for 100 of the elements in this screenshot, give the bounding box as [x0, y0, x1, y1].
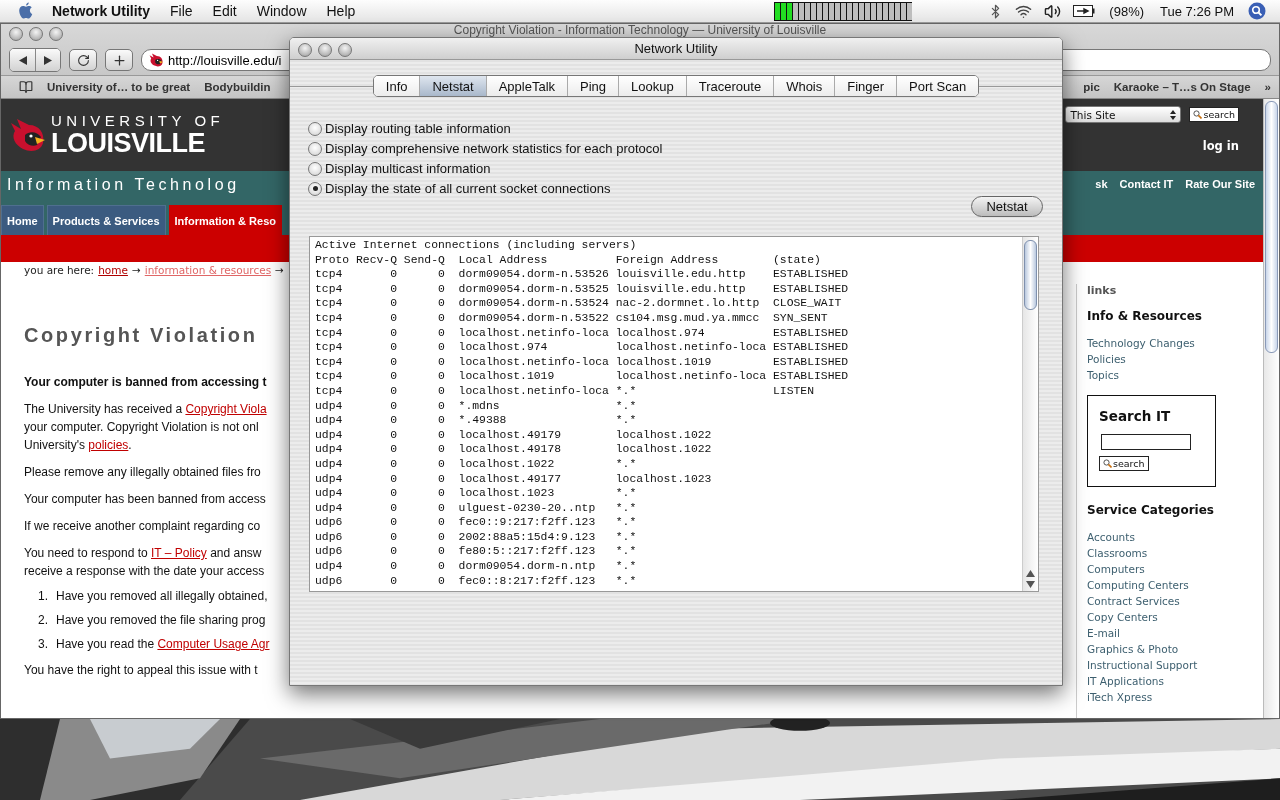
- output-line: udp4 0 0 *.mdns *.*: [315, 398, 638, 414]
- tab[interactable]: Finger: [834, 76, 897, 96]
- tab[interactable]: Whois: [773, 76, 835, 96]
- radio-button[interactable]: [308, 141, 322, 156]
- minimize-button[interactable]: [29, 27, 43, 41]
- page-heading: Copyright Violation: [24, 324, 259, 347]
- volume-icon[interactable]: [1044, 2, 1062, 20]
- more-bookmarks-button[interactable]: »: [1264, 81, 1271, 93]
- search-icon: [1193, 110, 1203, 119]
- radio-button[interactable]: [308, 121, 322, 136]
- radio-button[interactable]: [308, 181, 322, 196]
- app-menu[interactable]: Network Utility: [42, 3, 160, 19]
- option-label[interactable]: Display comprehensive network statistics for each protocol: [325, 141, 663, 156]
- output-line: tcp4 0 0 dorm09054.dorm-n.53524 nac-2.dormnet.lo.http CLOSE_WAIT: [315, 296, 843, 311]
- output-line: udp6 0 0 fec0::8:217:f2ff.123 *.*: [315, 573, 638, 589]
- scroll-thumb[interactable]: [1024, 240, 1037, 310]
- output-line: udp4 0 0 *.49388 *.*: [315, 413, 638, 428]
- sidebar-link[interactable]: IT Applications: [1087, 673, 1263, 689]
- link[interactable]: Computer Usage Agr: [157, 637, 270, 651]
- add-bookmark-button[interactable]: [105, 49, 133, 71]
- clock[interactable]: Tue 7:26 PM: [1152, 3, 1242, 19]
- paragraph-line: Your computer is banned from accessing t: [24, 374, 267, 391]
- menu-item[interactable]: Window: [246, 3, 317, 19]
- sidebar-heading: Service Categories: [1087, 503, 1215, 517]
- link[interactable]: Copyright Viola: [185, 402, 267, 416]
- battery-icon[interactable]: [1073, 5, 1096, 17]
- search-button[interactable]: search: [1099, 456, 1149, 471]
- top-link[interactable]: sk: [1095, 178, 1108, 235]
- scroll-thumb[interactable]: [1265, 101, 1278, 353]
- tab[interactable]: Netstat: [419, 76, 486, 96]
- reload-button[interactable]: [69, 49, 97, 71]
- book-icon[interactable]: [19, 80, 33, 94]
- reload-icon: [76, 53, 90, 67]
- option-label[interactable]: Display multicast information: [325, 161, 491, 176]
- tab[interactable]: Ping: [567, 76, 619, 96]
- scrollbar[interactable]: [1022, 237, 1038, 591]
- sidebar-link[interactable]: E-mail: [1087, 625, 1263, 641]
- window-title: Copyright Violation - Information Technology — University of Louisville: [453, 24, 827, 36]
- list-number: 3.: [38, 637, 48, 652]
- close-button[interactable]: [298, 43, 312, 57]
- tab[interactable]: Traceroute: [685, 76, 774, 96]
- sidebar-link[interactable]: Graphics & Photo: [1087, 641, 1263, 657]
- radio-button[interactable]: [308, 161, 322, 176]
- sidebar-link[interactable]: Accounts: [1087, 529, 1263, 545]
- output-line: udp6 0 0 fe80:5::217:f2ff.123 *.*: [315, 544, 638, 560]
- top-link[interactable]: Contact IT: [1119, 178, 1174, 235]
- sidebar-link[interactable]: Technology Changes: [1087, 335, 1263, 351]
- sidebar-link[interactable]: Copy Centers: [1087, 609, 1263, 625]
- scope-select[interactable]: This Site: [1065, 106, 1182, 123]
- site-icon: [148, 52, 164, 68]
- forward-button[interactable]: [35, 49, 60, 71]
- cpu-meter-icon: [774, 1, 913, 21]
- option-label[interactable]: Display the state of all current socket connections: [325, 181, 611, 196]
- top-link[interactable]: Rate Our Site: [1185, 178, 1255, 235]
- netstat-button[interactable]: Netstat: [971, 196, 1043, 217]
- output-line: udp4 0 0 dorm09054.dorm-n.ntp *.*: [315, 559, 638, 574]
- zoom-button[interactable]: [49, 27, 63, 41]
- link[interactable]: IT – Policy: [151, 546, 207, 560]
- bookmark[interactable]: pic: [1083, 81, 1100, 93]
- minimize-button[interactable]: [318, 43, 332, 57]
- tab[interactable]: Lookup: [618, 76, 686, 96]
- bookmark[interactable]: Bodybuildin: [204, 81, 271, 93]
- breadcrumb-text: →: [131, 264, 141, 276]
- option-label[interactable]: Display routing table information: [325, 121, 511, 136]
- tab[interactable]: AppleTalk: [485, 76, 568, 96]
- search-icon[interactable]: [1248, 2, 1266, 20]
- sidebar-link[interactable]: Topics: [1087, 367, 1263, 383]
- forward-arrow-icon: [44, 55, 52, 65]
- scrollbar[interactable]: [1263, 99, 1279, 718]
- menu-item[interactable]: File: [160, 3, 203, 19]
- nav-tab[interactable]: Home: [1, 205, 44, 235]
- sidebar-link[interactable]: Instructional Support: [1087, 657, 1263, 673]
- tab[interactable]: Port Scan: [896, 76, 979, 96]
- sidebar-link[interactable]: Policies: [1087, 351, 1263, 367]
- sidebar-link[interactable]: Contract Services: [1087, 593, 1263, 609]
- nav-tab[interactable]: Products & Services: [46, 205, 166, 235]
- close-button[interactable]: [9, 27, 23, 41]
- sidebar-link[interactable]: iTech Xpress: [1087, 689, 1263, 705]
- breadcrumb-link[interactable]: information & resources: [144, 264, 272, 276]
- output-line: udp4 0 0 localhost.1022 *.*: [315, 456, 638, 472]
- zoom-button[interactable]: [338, 43, 352, 57]
- output-line: udp4 0 0 localhost.1023 *.*: [315, 486, 638, 501]
- nav-tab[interactable]: Information & Reso: [168, 205, 282, 235]
- scroll-arrows-icon[interactable]: [1026, 569, 1035, 589]
- sidebar-link[interactable]: Computers: [1087, 561, 1263, 577]
- menu-item[interactable]: Edit: [202, 3, 247, 19]
- breadcrumb-link[interactable]: home: [98, 264, 128, 276]
- breadcrumb-text: →: [275, 264, 284, 276]
- menu-item[interactable]: Help: [316, 3, 366, 19]
- output-line: Active Internet connections (including servers): [315, 238, 638, 253]
- search-button[interactable]: search: [1189, 107, 1239, 122]
- login-link[interactable]: log in: [1202, 139, 1239, 153]
- output-line: udp4 0 0 localhost.49177 localhost.1023: [315, 471, 713, 487]
- bookmark[interactable]: University of… to be great: [47, 81, 191, 93]
- tab[interactable]: Info: [373, 76, 420, 96]
- sidebar-link[interactable]: Computing Centers: [1087, 577, 1263, 593]
- sidebar-link[interactable]: Classrooms: [1087, 545, 1263, 561]
- apple-icon[interactable]: [18, 2, 34, 20]
- search-field[interactable]: [1101, 434, 1191, 450]
- bookmark[interactable]: Karaoke – T…s On Stage: [1113, 81, 1251, 93]
